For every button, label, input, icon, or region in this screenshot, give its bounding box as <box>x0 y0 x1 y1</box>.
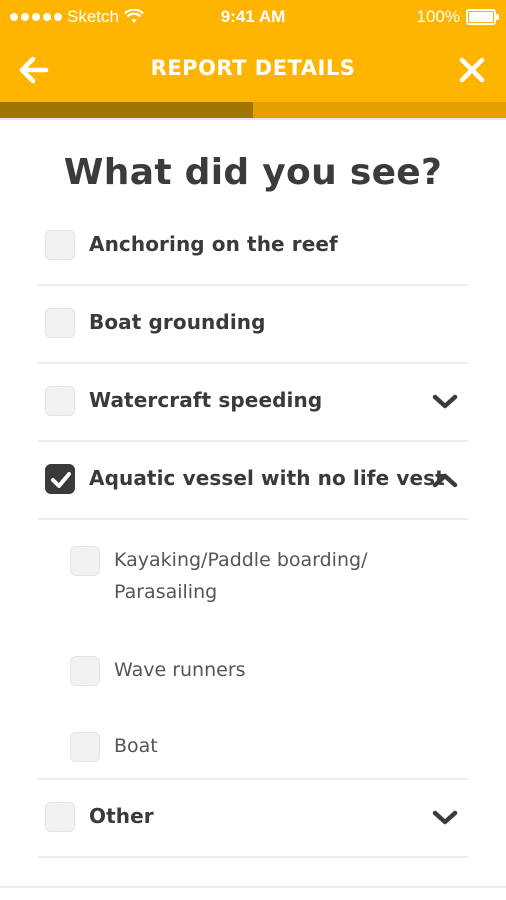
list-item[interactable]: Boat grounding <box>38 286 468 364</box>
page-title: What did you see? <box>63 152 443 193</box>
app-header: Sketch 9:41 AM 100% REPORT DETAILS <box>0 0 506 118</box>
checkbox[interactable] <box>45 802 75 832</box>
header-divider <box>0 118 506 120</box>
expand-toggle[interactable] <box>432 392 458 412</box>
collapse-toggle[interactable] <box>432 470 458 490</box>
sub-list-item[interactable]: Kayaking/Paddle boarding/ Parasailing <box>38 546 468 616</box>
list-item-label: Watercraft speeding <box>89 388 323 412</box>
incident-list: Anchoring on the reef Boat grounding Wat… <box>38 208 468 858</box>
list-item-label: Anchoring on the reef <box>89 232 338 256</box>
battery-status: 100% <box>416 7 499 27</box>
checkbox[interactable] <box>70 656 100 686</box>
sub-list-item[interactable]: Boat <box>38 732 468 772</box>
list-item[interactable]: Watercraft speeding <box>38 364 468 442</box>
page-header-title: REPORT DETAILS <box>150 56 356 80</box>
sub-item-label: Kayaking/Paddle boarding/ Parasailing <box>114 549 368 603</box>
checkbox-checked[interactable] <box>45 464 75 494</box>
close-icon <box>459 57 485 83</box>
status-bar: Sketch 9:41 AM 100% <box>0 0 506 34</box>
expand-toggle[interactable] <box>432 808 458 828</box>
checkbox[interactable] <box>45 386 75 416</box>
list-item[interactable]: Anchoring on the reef <box>38 208 468 286</box>
nav-bar: REPORT DETAILS <box>0 40 506 100</box>
sub-item-label: Wave runners <box>114 659 246 681</box>
checkbox[interactable] <box>45 230 75 260</box>
sub-item-label: Boat <box>114 735 158 757</box>
chevron-down-icon <box>432 394 458 409</box>
checkbox[interactable] <box>45 308 75 338</box>
list-item-label: Aquatic vessel with no life vest <box>89 466 445 490</box>
list-item-label: Boat grounding <box>89 310 266 334</box>
checkmark-icon <box>51 472 71 488</box>
list-item[interactable]: Other <box>38 780 468 858</box>
footer-divider <box>0 886 506 888</box>
chevron-down-icon <box>432 810 458 825</box>
progress-bar-fill <box>0 102 253 118</box>
battery-icon <box>466 9 499 25</box>
list-item[interactable]: Aquatic vessel with no life vest <box>38 442 468 520</box>
list-item-label: Other <box>89 804 154 828</box>
checkbox[interactable] <box>70 732 100 762</box>
progress-bar <box>0 102 506 118</box>
sub-list-item[interactable]: Wave runners <box>38 656 468 696</box>
sub-options: Kayaking/Paddle boarding/ Parasailing Wa… <box>38 520 468 780</box>
checkbox[interactable] <box>70 546 100 576</box>
chevron-up-icon <box>432 473 458 488</box>
close-button[interactable] <box>452 50 492 90</box>
battery-percent: 100% <box>416 7 460 26</box>
